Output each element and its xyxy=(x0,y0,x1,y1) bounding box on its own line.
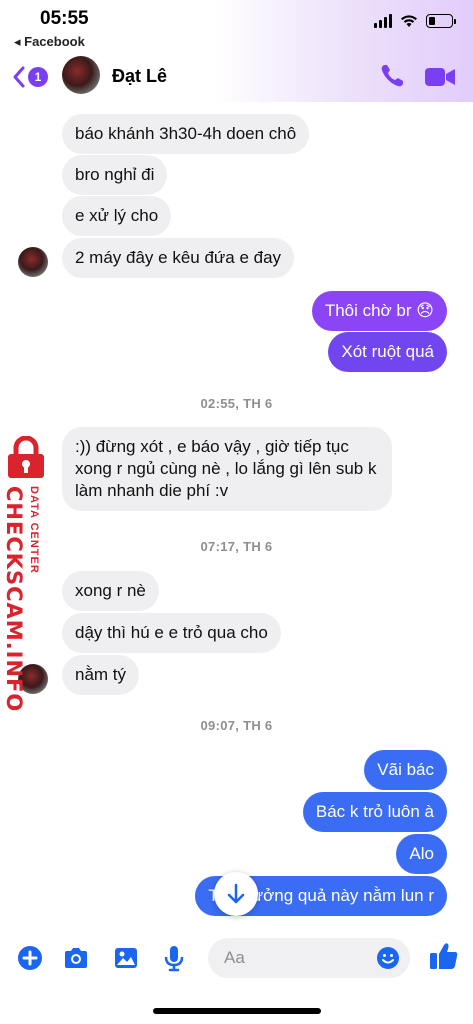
message-bubble[interactable]: Bác k trỏ luôn à xyxy=(302,792,447,832)
status-indicators xyxy=(374,14,456,28)
back-chevron-icon xyxy=(13,66,25,88)
message-bubble[interactable]: Alo xyxy=(396,834,447,874)
message-bubble[interactable]: Xót ruột quá xyxy=(328,332,447,372)
phone-icon[interactable] xyxy=(378,62,406,90)
watermark-lock-icon xyxy=(8,436,44,478)
emoji-icon[interactable] xyxy=(376,946,400,970)
back-to-app-link[interactable]: ◂ Facebook xyxy=(14,34,85,50)
message-timestamp: 02:55, TH 6 xyxy=(200,396,273,411)
message-bubble[interactable]: bro nghỉ đi xyxy=(62,155,168,195)
message-bubble[interactable]: dậy thì hú e e trỏ qua cho xyxy=(62,613,281,653)
battery-icon xyxy=(426,14,456,28)
message-bubble[interactable]: 2 máy đây e kêu đứa e đay xyxy=(62,238,295,278)
message-bubble[interactable]: báo khánh 3h30-4h doen chô xyxy=(62,114,310,154)
message-bubble[interactable]: :)) đừng xót , e báo vậy , giờ tiếp tục … xyxy=(62,427,392,511)
message-timestamp: 07:17, TH 6 xyxy=(200,539,273,554)
contact-name[interactable]: Đạt Lê xyxy=(112,66,167,87)
battery-level xyxy=(429,17,436,25)
plus-icon[interactable] xyxy=(16,944,44,972)
back-button[interactable]: 1 xyxy=(12,62,52,92)
arrow-down-icon xyxy=(227,883,245,904)
sender-avatar[interactable] xyxy=(18,247,48,277)
scroll-to-bottom-button[interactable] xyxy=(214,872,258,916)
camera-icon[interactable] xyxy=(62,944,90,972)
status-time: 05:55 xyxy=(40,8,89,29)
composer-bar: Aa xyxy=(0,930,473,986)
contact-avatar[interactable] xyxy=(62,56,100,94)
video-camera-icon[interactable] xyxy=(424,64,456,90)
message-bubble[interactable]: e xử lý cho xyxy=(62,196,172,236)
unread-count-badge: 1 xyxy=(28,67,48,87)
signal-icon xyxy=(374,14,392,28)
message-input-placeholder: Aa xyxy=(224,948,245,967)
message-bubble[interactable]: Thôi chờ br 😞 xyxy=(311,291,447,331)
home-indicator xyxy=(153,1008,321,1014)
message-bubble[interactable]: Vãi bác xyxy=(364,750,447,790)
microphone-icon[interactable] xyxy=(160,944,188,972)
message-bubble[interactable]: nằm tý xyxy=(62,655,140,695)
watermark-subtext: DATA CENTER xyxy=(28,486,40,574)
message-timestamp: 09:07, TH 6 xyxy=(200,718,273,733)
message-input[interactable]: Aa xyxy=(208,938,410,978)
message-bubble[interactable]: xong r nè xyxy=(62,571,159,611)
thumbs-up-icon[interactable] xyxy=(428,940,460,972)
wifi-icon xyxy=(401,15,417,27)
gallery-icon[interactable] xyxy=(112,944,140,972)
watermark-text: CHECKSCAM.INFO xyxy=(2,486,26,713)
